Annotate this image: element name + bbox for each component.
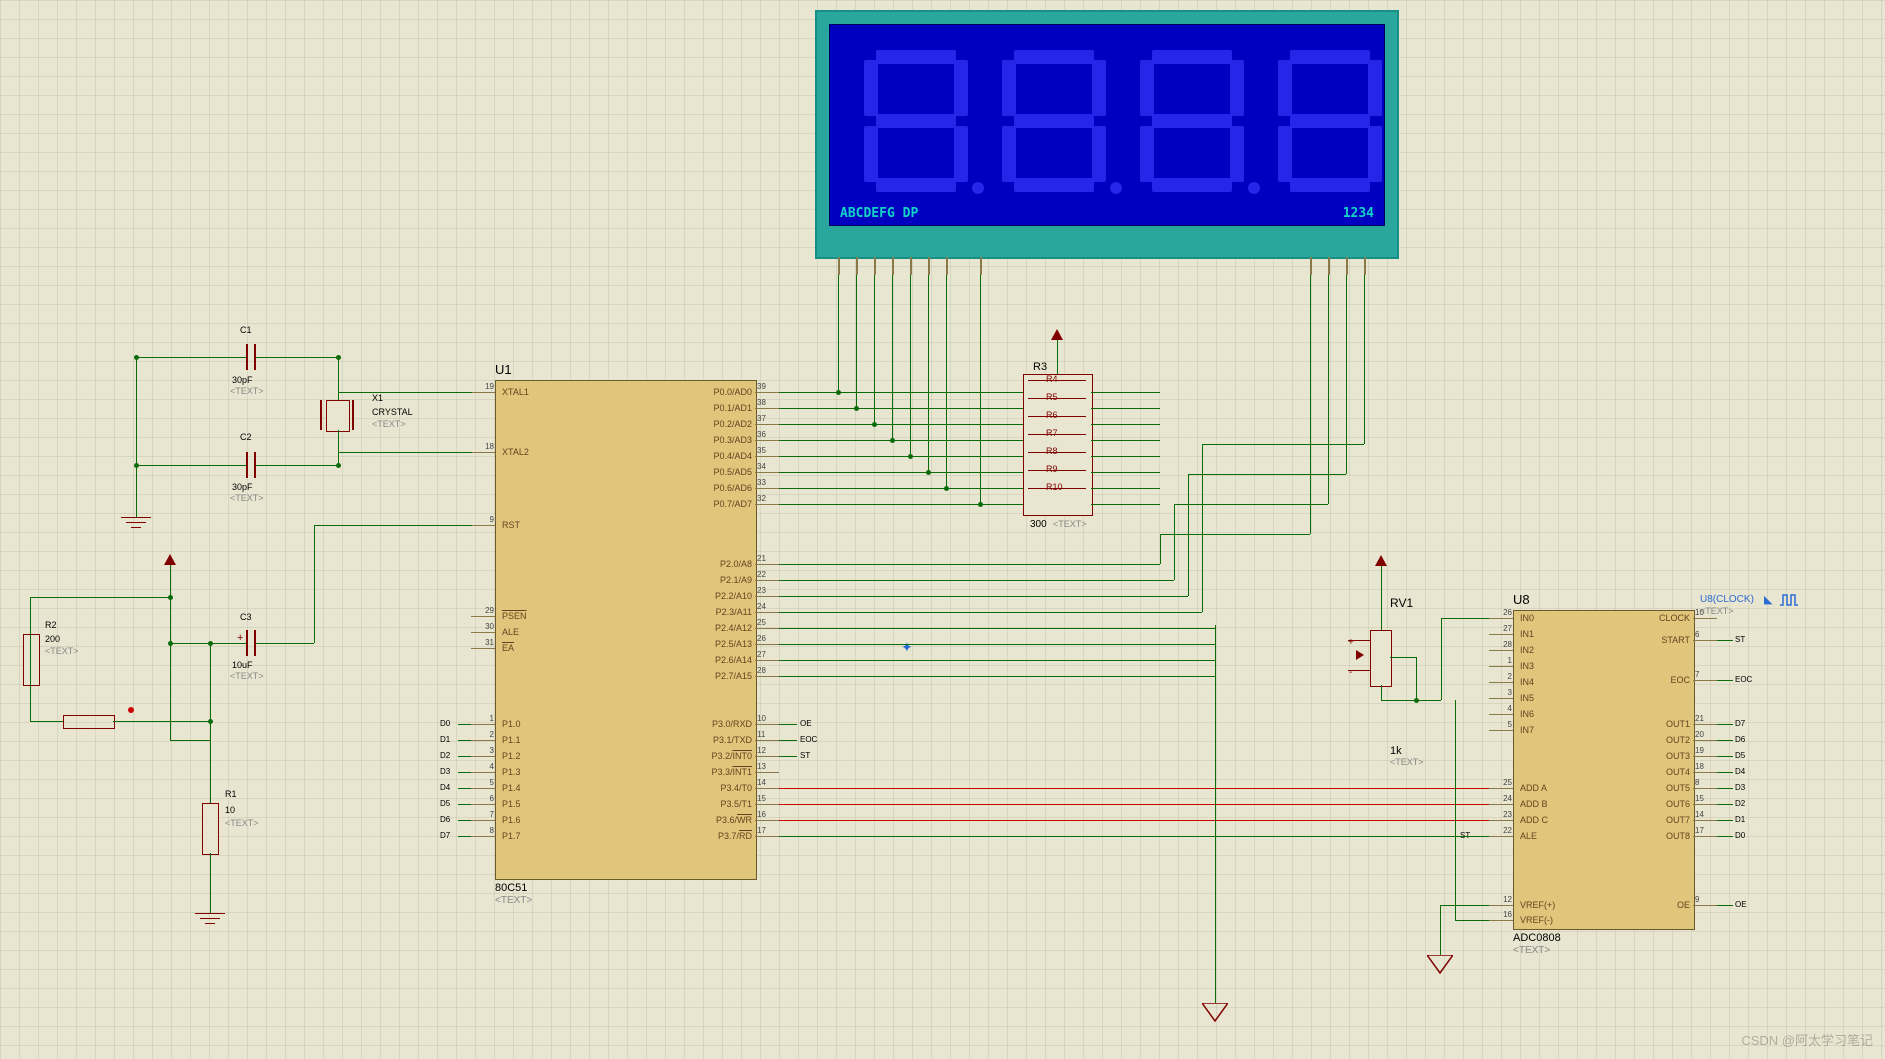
x1-val: CRYSTAL [372,407,413,417]
reset-switch[interactable] [63,715,115,729]
origin-marker: ✦ [901,640,915,654]
vcc-arrow-2 [1375,555,1387,566]
u8-ref: U8 [1513,592,1530,607]
seg-pins-right: 1234 [1343,206,1374,221]
gnd-rv1 [1202,1003,1228,1023]
u1-part: 80C51 [495,882,527,894]
u1-ref: U1 [495,362,512,377]
c1-val: 30pF [232,375,253,385]
r3-resistor-array[interactable] [1023,374,1093,516]
r1-val: 10 [225,805,235,815]
rv1-ref: RV1 [1390,596,1413,610]
r2-val: 200 [45,634,60,644]
c3-val: 10uF [232,660,253,670]
r2-text: <TEXT> [45,646,79,656]
c2-ref: C2 [240,432,252,442]
u8-clock-text: <TEXT> [1700,606,1734,616]
r3-ref: R3 [1033,361,1047,373]
rv1-pot[interactable] [1370,630,1392,687]
u8-text: <TEXT> [1513,945,1550,956]
u8-clock-label: U8(CLOCK) [1700,594,1754,605]
r3-text: <TEXT> [1053,519,1087,529]
gnd-vref [1427,955,1453,975]
r2-resistor[interactable] [23,634,40,686]
c1-ref: C1 [240,325,252,335]
u1-text: <TEXT> [495,895,532,906]
r1-ref: R1 [225,789,237,799]
schematic-canvas[interactable]: ✦ [0,0,1885,1059]
watermark: CSDN @阿太学习笔记 [1741,1030,1873,1049]
pulse-icon[interactable] [1780,593,1798,607]
c3-text: <TEXT> [230,671,264,681]
x1-crystal[interactable] [326,400,350,432]
x1-text: <TEXT> [372,419,406,429]
c2-text: <TEXT> [230,493,264,503]
c3-ref: C3 [240,612,252,622]
r2-ref: R2 [45,620,57,630]
c2-val: 30pF [232,482,253,492]
r1-text: <TEXT> [225,818,259,828]
x1-ref: X1 [372,393,383,403]
seg-pins-left: ABCDEFG DP [840,206,918,221]
r1-resistor[interactable] [202,803,219,855]
u8-part: ADC0808 [1513,932,1561,944]
probe-icon[interactable]: ◣ [1764,593,1772,606]
vcc-arrow-1 [164,554,176,565]
rv1-text: <TEXT> [1390,757,1424,767]
c1-text: <TEXT> [230,386,264,396]
rv1-val: 1k [1390,745,1402,757]
seven-seg-display[interactable]: ABCDEFG DP 1234 [815,10,1399,259]
r3-val: 300 [1030,519,1047,530]
